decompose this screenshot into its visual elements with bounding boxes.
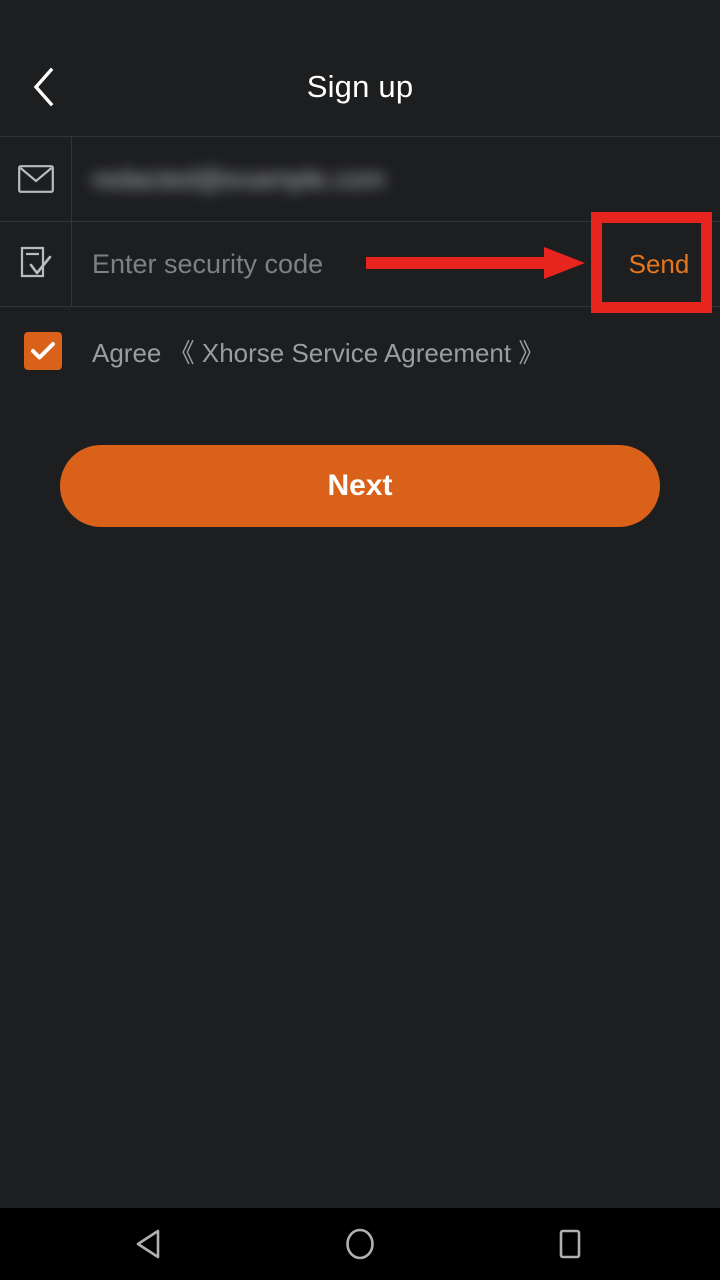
service-agreement-link[interactable]: 《 Xhorse Service Agreement 》 xyxy=(169,338,545,368)
agree-checkbox[interactable] xyxy=(24,332,62,370)
chevron-left-icon xyxy=(32,67,54,107)
triangle-back-icon xyxy=(133,1227,167,1261)
nav-home-button[interactable] xyxy=(300,1208,420,1280)
email-field-value: redacted@example.com xyxy=(92,163,386,194)
circle-home-icon xyxy=(343,1227,377,1261)
nav-recents-button[interactable] xyxy=(510,1208,630,1280)
status-bar xyxy=(0,0,720,38)
agreement-prefix: Agree xyxy=(92,337,162,368)
note-check-icon xyxy=(0,222,72,306)
envelope-icon xyxy=(0,137,72,221)
app-bar: Sign up xyxy=(0,38,720,136)
back-button[interactable] xyxy=(0,38,86,136)
email-row: redacted@example.com xyxy=(0,137,720,221)
next-button[interactable]: Next xyxy=(60,445,660,527)
send-code-button[interactable]: Send xyxy=(598,222,720,306)
agreement-row: Agree 《 Xhorse Service Agreement 》 xyxy=(0,315,720,387)
divider-code xyxy=(0,306,720,307)
page-title: Sign up xyxy=(306,69,414,104)
agreement-label: Agree 《 Xhorse Service Agreement 》 xyxy=(92,333,544,370)
next-button-wrapper: Next xyxy=(0,445,720,527)
android-nav-bar xyxy=(0,1208,720,1280)
security-code-row: Send xyxy=(0,222,720,306)
phone-screen: Sign up redacted@example.com Send xyxy=(0,0,720,1280)
nav-back-button[interactable] xyxy=(90,1208,210,1280)
email-field-wrapper[interactable]: redacted@example.com xyxy=(72,137,720,221)
square-recents-icon xyxy=(553,1227,587,1261)
